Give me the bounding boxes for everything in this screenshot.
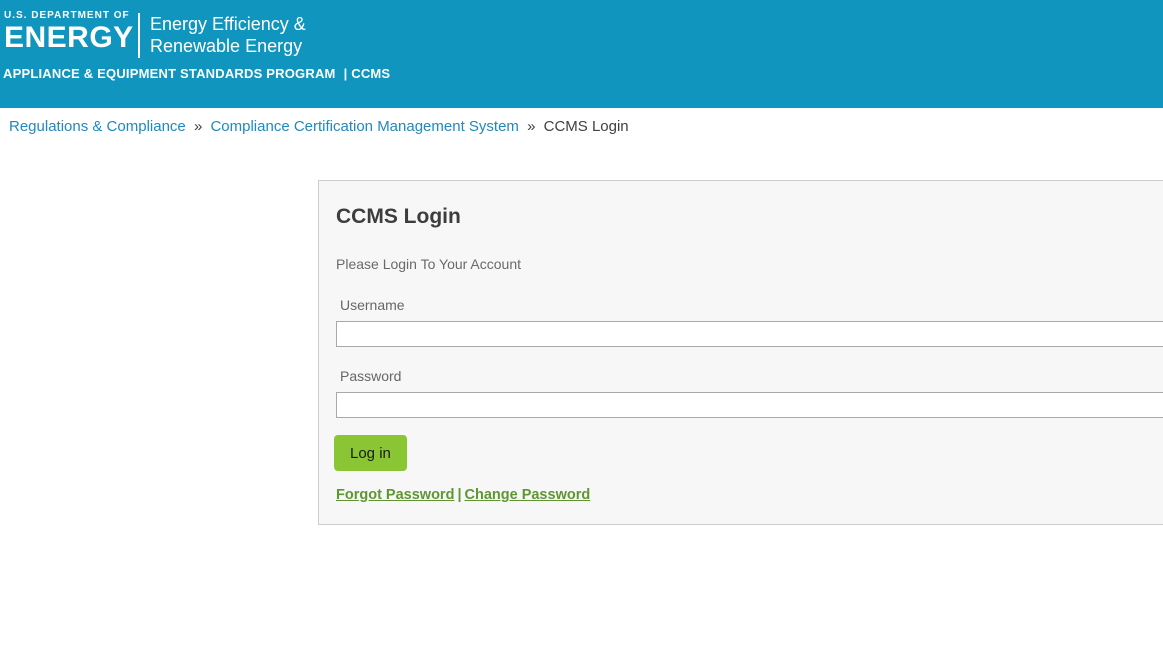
password-links: Forgot Password|Change Password: [336, 487, 1163, 503]
change-password-link[interactable]: Change Password: [465, 487, 591, 503]
login-subtitle: Please Login To Your Account: [336, 256, 1163, 273]
breadcrumb-current-page: CCMS Login: [544, 118, 629, 135]
breadcrumb-separator: »: [194, 118, 202, 135]
links-separator: |: [457, 487, 461, 503]
program-title: APPLIANCE & EQUIPMENT STANDARDS PROGRAM |…: [3, 66, 390, 81]
password-input[interactable]: [336, 392, 1163, 418]
doe-logo[interactable]: U.S. DEPARTMENT OF ENERGY: [4, 10, 134, 53]
login-panel: CCMS Login Please Login To Your Account …: [318, 180, 1163, 525]
breadcrumb-link-regulations-compliance[interactable]: Regulations & Compliance: [9, 118, 186, 135]
breadcrumb-link-ccms-system[interactable]: Compliance Certification Management Syst…: [210, 118, 518, 135]
password-label: Password: [340, 368, 1163, 385]
office-title: Energy Efficiency & Renewable Energy: [150, 13, 306, 57]
breadcrumb-separator: »: [527, 118, 535, 135]
office-title-line2: Renewable Energy: [150, 35, 306, 57]
site-header: U.S. DEPARTMENT OF ENERGY Energy Efficie…: [0, 0, 1163, 108]
program-title-suffix: | CCMS: [344, 66, 391, 81]
username-label: Username: [340, 297, 1163, 314]
breadcrumb: Regulations & Compliance » Compliance Ce…: [9, 118, 629, 135]
forgot-password-link[interactable]: Forgot Password: [336, 487, 454, 503]
username-input[interactable]: [336, 321, 1163, 347]
program-title-text: APPLIANCE & EQUIPMENT STANDARDS PROGRAM: [3, 66, 336, 81]
page-title: CCMS Login: [336, 205, 1163, 229]
login-button[interactable]: Log in: [334, 435, 407, 471]
office-title-line1: Energy Efficiency &: [150, 13, 306, 35]
logo-divider: [138, 13, 140, 58]
doe-logo-energy-text: ENERGY: [4, 22, 134, 53]
